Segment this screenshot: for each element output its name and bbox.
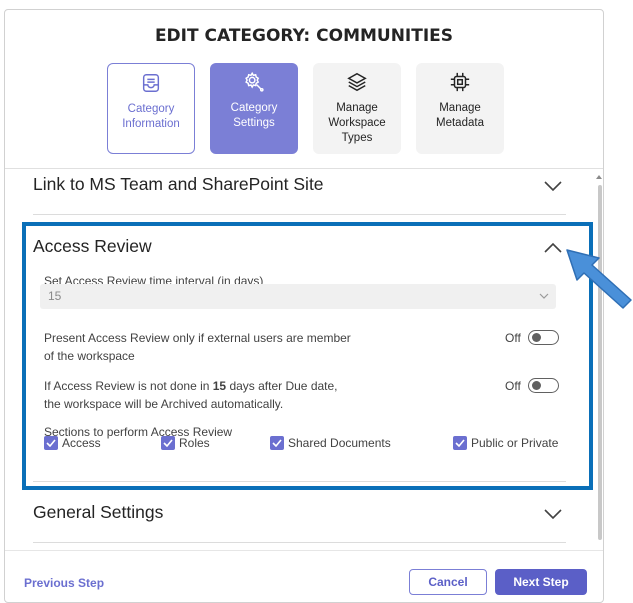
chevron-down-icon — [539, 293, 549, 299]
toggle-knob — [532, 381, 541, 390]
gear-wrench-icon — [245, 71, 264, 92]
section-link-ms-team-header[interactable]: Link to MS Team and SharePoint Site — [33, 174, 566, 204]
checkbox-roles[interactable]: Roles — [161, 436, 210, 450]
archive-line2: the workspace will be Archived automatic… — [44, 397, 284, 411]
step-manage-workspace-types[interactable]: Manage Workspace Types — [313, 63, 401, 154]
document-tray-icon — [142, 74, 160, 92]
step-manage-metadata[interactable]: Manage Metadata — [416, 63, 504, 154]
interval-value: 15 — [48, 289, 62, 303]
checkbox-checked-icon — [453, 436, 467, 450]
chip-icon — [450, 72, 470, 92]
dialog-title: EDIT CATEGORY: COMMUNITIES — [154, 26, 454, 46]
checkbox-checked-icon — [270, 436, 284, 450]
step-label-line1: Manage — [336, 102, 378, 114]
checkbox-checked-icon — [161, 436, 175, 450]
chevron-down-icon[interactable] — [544, 180, 562, 192]
checkbox-label: Roles — [179, 436, 210, 450]
scrollbar-thumb[interactable] — [598, 185, 602, 540]
layers-icon — [347, 72, 367, 92]
step-label-line2: Settings — [233, 117, 275, 129]
section-general-settings-header[interactable]: General Settings — [33, 502, 566, 532]
step-label-line2: Workspace — [328, 117, 386, 129]
checkbox-checked-icon — [44, 436, 58, 450]
checkbox-label: Access — [62, 436, 101, 450]
archive-days: 15 — [212, 379, 227, 393]
access-review-sections-checkboxes: Access Roles Shared Documents Public or … — [40, 436, 560, 454]
interval-select[interactable]: 15 — [40, 284, 556, 309]
archive-text: If Access Review is not done in 15 days … — [44, 378, 338, 413]
step-label-line2: Metadata — [436, 117, 484, 129]
chevron-down-icon[interactable] — [544, 508, 562, 520]
external-users-line1: Present Access Review only if external u… — [44, 331, 351, 345]
section-divider — [33, 481, 566, 482]
step-label-line1: Category — [127, 103, 175, 115]
step-label-line2: Information — [122, 118, 180, 130]
checkbox-label: Shared Documents — [288, 436, 391, 450]
archive-prefix: If Access Review is not done in — [44, 379, 213, 393]
footer-divider — [5, 550, 603, 551]
section-divider — [33, 214, 566, 215]
checkbox-public-or-private[interactable]: Public or Private — [453, 436, 558, 450]
toggle-knob — [532, 333, 541, 342]
archive-line1: If Access Review is not done in 15 days … — [44, 378, 338, 395]
wizard-steps: Category Information Category Settings M… — [107, 63, 507, 155]
scroll-up-arrow-icon[interactable] — [596, 175, 602, 179]
section-title: Link to MS Team and SharePoint Site — [33, 174, 324, 194]
checkbox-access[interactable]: Access — [44, 436, 101, 450]
section-title: General Settings — [33, 502, 164, 522]
checkbox-label: Public or Private — [471, 436, 559, 450]
step-label-line1: Category — [230, 102, 278, 114]
archive-suffix: days after Due date, — [226, 379, 338, 393]
external-users-toggle[interactable] — [528, 330, 559, 345]
step-category-settings[interactable]: Category Settings — [210, 63, 298, 154]
step-category-information[interactable]: Category Information — [107, 63, 195, 154]
section-title: Access Review — [33, 236, 152, 256]
chevron-up-icon[interactable] — [544, 242, 562, 254]
section-divider — [33, 542, 566, 543]
cancel-button[interactable]: Cancel — [409, 569, 487, 595]
external-users-toggle-label: Off — [505, 331, 521, 345]
checkbox-shared-documents[interactable]: Shared Documents — [270, 436, 391, 450]
next-step-button[interactable]: Next Step — [495, 569, 587, 595]
external-users-line2: of the workspace — [44, 349, 135, 363]
previous-step-link[interactable]: Previous Step — [24, 576, 104, 590]
header-divider — [5, 168, 603, 169]
section-access-review-header[interactable]: Access Review — [33, 236, 566, 266]
archive-toggle-label: Off — [505, 379, 521, 393]
external-users-text: Present Access Review only if external u… — [44, 330, 351, 365]
annotation-arrow-icon — [566, 249, 632, 309]
archive-toggle[interactable] — [528, 378, 559, 393]
step-label-line1: Manage — [439, 102, 481, 114]
step-label-line3: Types — [341, 132, 373, 144]
